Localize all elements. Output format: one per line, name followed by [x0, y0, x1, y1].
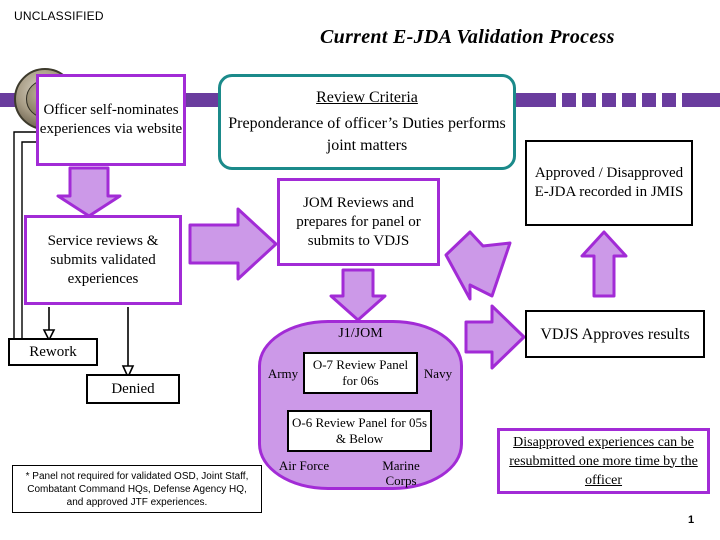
box-disapproved-resubmit[interactable]: Disapproved experiences can be resubmitt… [497, 428, 710, 494]
box-denied-label: Denied [111, 380, 155, 397]
box-o7-label: O-7 Review Panel for 06s [312, 357, 409, 388]
box-jom-reviews[interactable]: JOM Reviews and prepares for panel or su… [277, 178, 440, 266]
service-label-navy: Navy [423, 366, 453, 381]
slide-canvas: UNCLASSIFIED Current E-JDA Validation Pr… [0, 0, 720, 540]
box-o7-review-panel[interactable]: O-7 Review Panel for 06s [303, 352, 418, 394]
box-rework-label: Rework [29, 343, 77, 360]
box-approved-disapproved[interactable]: Approved / Disapproved E-JDA recorded in… [525, 140, 693, 226]
box-o6-review-panel[interactable]: O-6 Review Panel for 05s & Below [287, 410, 432, 452]
page-number: 1 [688, 514, 695, 526]
box-approved-label: Approved / Disapproved E-JDA recorded in… [534, 165, 684, 200]
box-officer-self-nominates[interactable]: Officer self-nominates experiences via w… [36, 74, 186, 166]
review-criteria-body: Preponderance of officer’s Duties perfor… [228, 115, 506, 154]
box-vdjs-approves[interactable]: VDJS Approves results [525, 310, 705, 358]
box-disapproved-label: Disapproved experiences can be resubmitt… [509, 434, 698, 488]
box-o6-label: O-6 Review Panel for 05s & Below [291, 415, 428, 446]
box-jom-label: JOM Reviews and prepares for panel or su… [296, 194, 421, 249]
box-vdjs-label: VDJS Approves results [540, 325, 690, 343]
j1-jom-label: J1/JOM [338, 326, 383, 341]
footnote-label: * Panel not required for validated OSD, … [25, 470, 249, 508]
box-service-label: Service reviews & submits validated expe… [47, 232, 159, 287]
box-denied[interactable]: Denied [86, 374, 180, 404]
classification-marking: UNCLASSIFIED [14, 9, 104, 23]
page-title: Current E-JDA Validation Process [320, 26, 615, 48]
service-label-air-force: Air Force [278, 458, 330, 473]
box-review-criteria[interactable]: Review Criteria Preponderance of officer… [218, 74, 516, 170]
service-label-army: Army [267, 366, 299, 381]
service-label-marine-corps: Marine Corps [382, 458, 420, 488]
box-service-reviews[interactable]: Service reviews & submits validated expe… [24, 215, 182, 305]
box-footnote: * Panel not required for validated OSD, … [12, 465, 262, 513]
review-criteria-title: Review Criteria [316, 89, 418, 106]
box-officer-label: Officer self-nominates experiences via w… [39, 102, 183, 137]
box-rework[interactable]: Rework [8, 338, 98, 366]
